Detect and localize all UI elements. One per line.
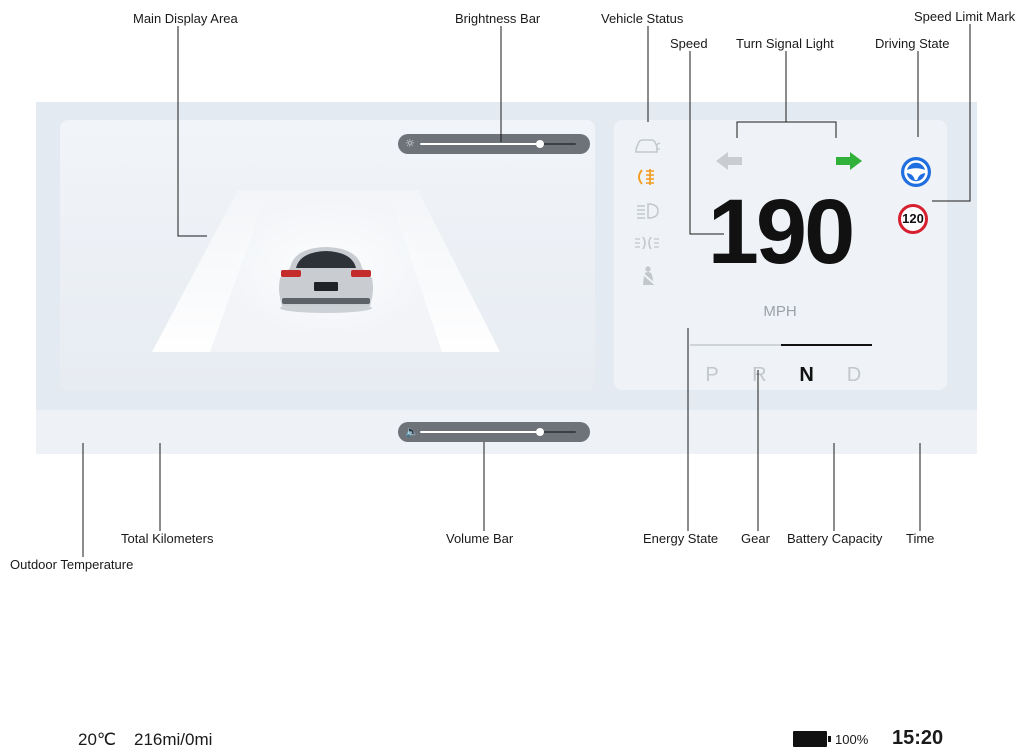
footer-bar: 20℃ 216mi/0mi 🔈 100% 15:20 [36, 410, 977, 749]
low-beam-icon [637, 203, 659, 219]
battery-icon [793, 731, 831, 747]
callout-volume-bar: Volume Bar [446, 531, 514, 546]
speed-value: 190 [707, 181, 856, 283]
parking-light-icon [635, 236, 659, 250]
arrow-left-icon [716, 152, 742, 170]
volume-bar[interactable]: 🔈 [398, 422, 590, 442]
seatbelt-icon [641, 266, 657, 286]
instrument-panel: 120 190 MPH P R N D [614, 120, 947, 390]
gear-selector: P R N D [702, 364, 864, 390]
callout-speed: Speed [670, 36, 708, 51]
car-image [279, 247, 373, 313]
callout-battery-capacity: Battery Capacity [787, 531, 883, 546]
battery-percent: 100% [835, 732, 869, 747]
callout-driving-state: Driving State [875, 36, 950, 51]
callout-time: Time [906, 531, 935, 546]
brightness-knob[interactable] [536, 140, 545, 148]
steering-wheel-icon [901, 157, 931, 187]
gear-p[interactable]: P [702, 364, 722, 390]
callout-brightness-bar: Brightness Bar [455, 11, 541, 26]
volume-knob[interactable] [536, 428, 545, 436]
callout-outdoor-temperature: Outdoor Temperature [10, 557, 134, 572]
brightness-fill [420, 143, 541, 145]
callout-gear: Gear [741, 531, 770, 546]
total-distance: 216mi/0mi [134, 730, 213, 749]
arrow-right-icon [836, 152, 862, 170]
speed-limit-sign: 120 [898, 204, 928, 234]
callout-speed-limit-mark: Speed Limit Mark [914, 9, 1016, 24]
gear-d[interactable]: D [844, 364, 864, 390]
callout-total-kilometers: Total Kilometers [121, 531, 214, 546]
callout-energy-state: Energy State [643, 531, 719, 546]
sun-icon: ☼ [405, 137, 415, 150]
volume-fill [420, 431, 541, 433]
main-display-area: ☼ [60, 120, 595, 390]
gear-n[interactable]: N [797, 364, 817, 390]
speaker-icon: 🔈 [405, 425, 419, 438]
fog-light-icon [638, 169, 654, 185]
car-door-icon [635, 139, 661, 153]
callout-main-display-area: Main Display Area [133, 11, 238, 26]
callout-vehicle-status: Vehicle Status [601, 11, 684, 26]
speed-unit: MPH [763, 303, 797, 320]
outdoor-temperature: 20℃ [78, 730, 117, 749]
callout-turn-signal-light: Turn Signal Light [736, 36, 834, 51]
energy-fill [781, 344, 872, 346]
brightness-bar[interactable]: ☼ [398, 134, 590, 154]
dashboard: ☼ 120 190 MPH P R N D 20℃ 216mi/0mi 🔈 10… [36, 102, 977, 749]
clock: 15:20 [892, 727, 944, 749]
gear-r[interactable]: R [749, 364, 769, 390]
